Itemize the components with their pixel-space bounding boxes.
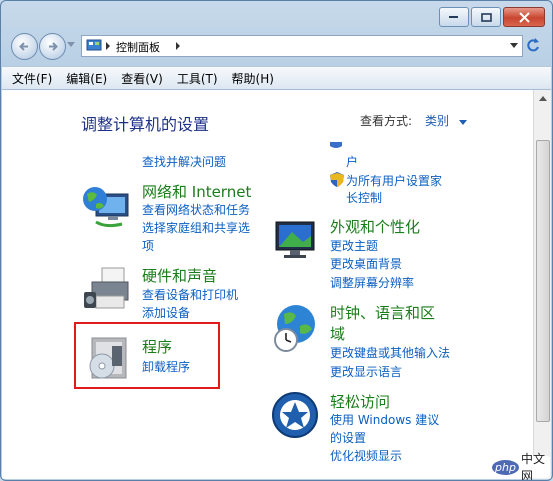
clock-category-title[interactable]: 时钟、语言和区	[330, 302, 435, 323]
network-globe-icon	[83, 187, 129, 228]
maximize-button[interactable]	[471, 7, 501, 27]
minimize-icon	[449, 16, 458, 18]
back-button[interactable]	[11, 33, 38, 60]
parental-controls-link-cont[interactable]: 长控制	[346, 190, 382, 206]
scroll-up-icon	[538, 96, 547, 101]
windows-suggested-settings-link[interactable]: 使用 Windows 建议	[330, 412, 439, 428]
forward-button[interactable]	[39, 33, 66, 60]
content-area: 调整计算机的设置 查看方式: 类别 查找并解决问题 网络和 Internet 查…	[2, 90, 535, 479]
user-shield-icon-partial	[330, 142, 342, 148]
windows-suggested-settings-link-cont[interactable]: 的设置	[330, 430, 366, 446]
menu-view[interactable]: 查看(V)	[121, 70, 163, 87]
breadcrumb-next-icon[interactable]	[176, 42, 181, 50]
menu-bar: 文件(F) 编辑(E) 查看(V) 工具(T) 帮助(H)	[2, 66, 551, 90]
uac-shield-icon	[330, 172, 344, 187]
site-watermark: php 中文网	[492, 452, 550, 480]
scroll-up-button[interactable]	[534, 90, 551, 107]
history-dropdown-icon[interactable]	[67, 42, 76, 48]
troubleshoot-link[interactable]: 查找并解决问题	[142, 154, 226, 170]
chevron-down-icon	[458, 120, 467, 125]
view-by-value: 类别	[425, 114, 450, 128]
close-button[interactable]	[503, 7, 545, 27]
watermark-text: 中文网	[520, 452, 545, 481]
breadcrumb-control-panel[interactable]: 控制面板	[116, 39, 160, 55]
add-device-link[interactable]: 添加设备	[142, 305, 190, 321]
maximize-icon	[480, 12, 492, 22]
control-panel-window: 控制面板 文件(F) 编辑(E) 查看(V) 工具(T) 帮助(H) 调整计算机…	[0, 0, 553, 481]
control-panel-icon	[86, 39, 102, 51]
change-display-language-link[interactable]: 更改显示语言	[330, 364, 402, 380]
appearance-monitor-icon	[275, 221, 315, 258]
watermark-brand: php	[492, 459, 519, 475]
view-by-label: 查看方式:	[360, 114, 413, 128]
optimize-video-link[interactable]: 优化视频显示	[330, 448, 402, 464]
network-status-link[interactable]: 查看网络状态和任务	[142, 202, 250, 218]
change-keyboard-link[interactable]: 更改键盘或其他输入法	[330, 345, 450, 361]
scrollbar-thumb[interactable]	[536, 140, 550, 422]
back-arrow-icon	[19, 42, 28, 51]
homegroup-link[interactable]: 选择家庭组和共享选	[142, 220, 250, 236]
minimize-button[interactable]	[439, 7, 469, 27]
address-dropdown-icon[interactable]	[510, 43, 518, 48]
ease-of-access-icon	[272, 392, 318, 438]
clock-category-title-cont[interactable]: 域	[330, 323, 345, 344]
change-theme-link[interactable]: 更改主题	[330, 238, 378, 254]
ease-category-title[interactable]: 轻松访问	[330, 391, 390, 412]
menu-file[interactable]: 文件(F)	[12, 70, 52, 87]
change-background-link[interactable]: 更改桌面背景	[330, 256, 402, 272]
caption-buttons	[439, 7, 545, 27]
menu-help[interactable]: 帮助(H)	[232, 70, 274, 87]
screen-resolution-link[interactable]: 调整屏幕分辨率	[330, 275, 414, 291]
homegroup-link-cont[interactable]: 项	[142, 238, 154, 254]
programs-highlight-box	[74, 322, 220, 389]
menu-edit[interactable]: 编辑(E)	[66, 70, 107, 87]
forward-arrow-icon	[49, 42, 58, 51]
clock-globe-icon	[274, 305, 315, 352]
view-by-dropdown[interactable]: 类别	[425, 112, 467, 129]
refresh-button[interactable]	[525, 35, 543, 55]
navigation-bar: 控制面板	[9, 33, 546, 60]
close-icon	[518, 11, 530, 23]
hardware-printer-icon	[84, 267, 129, 309]
hardware-category-title[interactable]: 硬件和声音	[142, 265, 217, 286]
breadcrumb-separator-icon	[106, 42, 110, 50]
refresh-icon	[527, 38, 539, 52]
user-accounts-link-partial[interactable]: 户	[346, 154, 358, 170]
devices-printers-link[interactable]: 查看设备和打印机	[142, 287, 238, 303]
address-bar[interactable]: 控制面板	[81, 35, 523, 57]
network-category-title[interactable]: 网络和 Internet	[142, 181, 251, 202]
parental-controls-link[interactable]: 为所有用户设置家	[346, 173, 442, 189]
vertical-scrollbar[interactable]	[533, 90, 551, 479]
menu-tools[interactable]: 工具(T)	[177, 70, 218, 87]
appearance-category-title[interactable]: 外观和个性化	[330, 216, 420, 237]
page-title: 调整计算机的设置	[81, 115, 210, 134]
